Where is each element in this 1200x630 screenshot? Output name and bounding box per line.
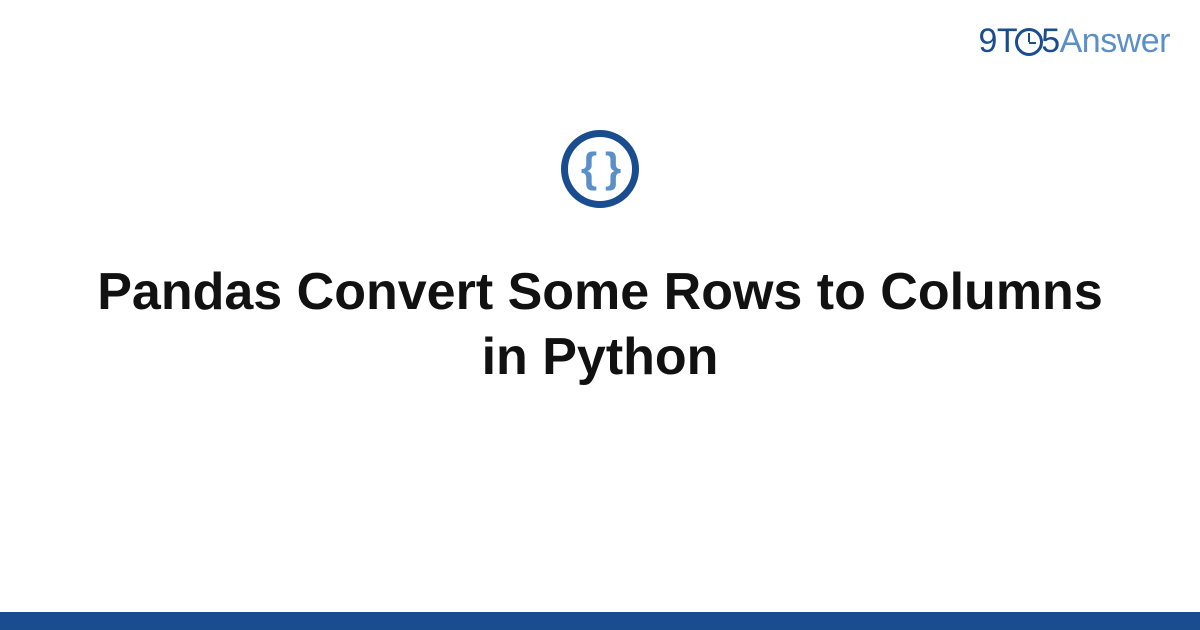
site-logo: 9T 5Answer (979, 22, 1170, 61)
logo-text-5: 5 (1041, 22, 1059, 60)
logo-text-9t: 9T (979, 22, 1018, 60)
logo-text-answer: Answer (1060, 22, 1170, 60)
clock-icon (1015, 28, 1043, 56)
page-title: Pandas Convert Some Rows to Columns in P… (0, 260, 1200, 390)
code-braces-icon: { } (561, 130, 639, 208)
footer-accent-bar (0, 612, 1200, 630)
braces-glyph: { } (581, 147, 619, 189)
